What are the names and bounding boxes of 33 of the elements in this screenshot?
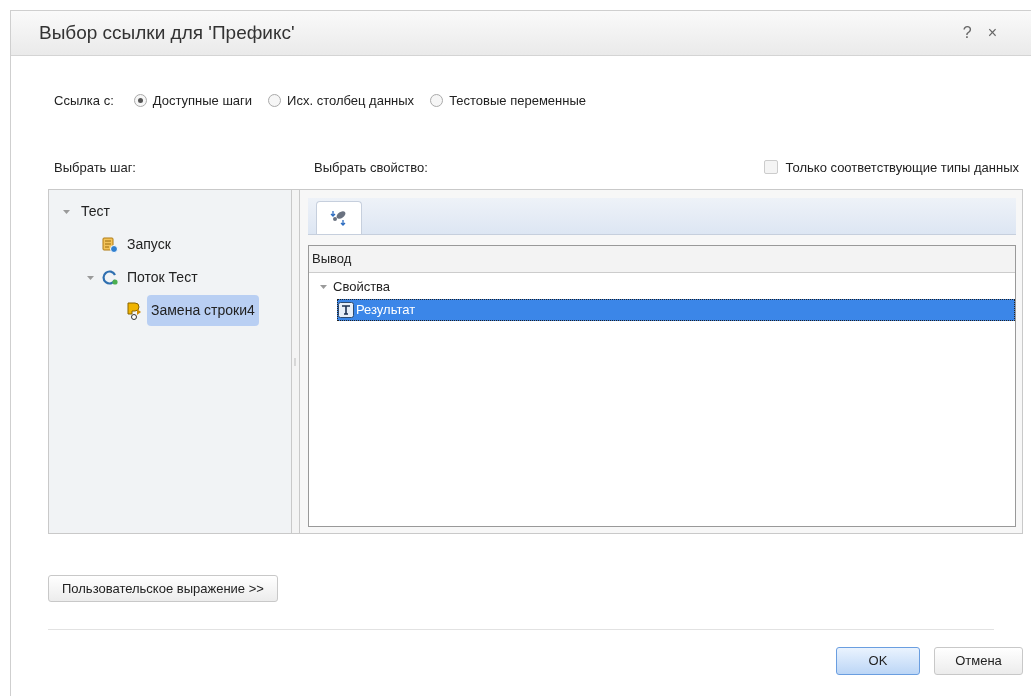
output-tab[interactable] [316, 201, 362, 234]
ok-button[interactable]: OK [836, 647, 920, 675]
radio-option[interactable]: Исх. столбец данных [268, 91, 415, 111]
checkbox[interactable] [763, 160, 778, 175]
collapse-icon[interactable] [318, 283, 328, 290]
radio-option[interactable]: Тестовые переменные [430, 91, 587, 111]
radio-button[interactable] [133, 94, 147, 108]
property-label: Выбрать свойство: [314, 158, 429, 177]
column-header: Вывод [309, 246, 1015, 273]
radio-button[interactable] [268, 94, 282, 108]
window-title: Выбор ссылки для 'Префикс' [39, 20, 295, 45]
footprints-icon [330, 209, 348, 227]
link-from-label: Ссылка с: [54, 92, 114, 110]
radio-button[interactable] [430, 94, 444, 108]
collapse-icon[interactable] [85, 274, 95, 281]
close-button[interactable]: × [987, 21, 997, 45]
collapse-icon[interactable] [61, 208, 71, 215]
flow-icon [101, 268, 119, 287]
cancel-button[interactable]: Отмена [934, 647, 1023, 675]
radio-option[interactable]: Доступные шаги [133, 91, 253, 111]
scroll-gear-icon [101, 235, 119, 254]
custom-expression-button[interactable]: Пользовательское выражение >> [48, 575, 278, 602]
property-item[interactable]: Результат [337, 298, 1015, 321]
step-label: Выбрать шаг: [54, 158, 137, 177]
help-button[interactable]: ? [962, 21, 972, 45]
property-item[interactable]: Свойства [333, 275, 399, 298]
text-type-icon [338, 301, 354, 318]
tree-item[interactable]: Запуск [123, 229, 175, 260]
tree-item[interactable]: Замена строки4 [147, 295, 259, 326]
replace-icon [125, 300, 143, 321]
tree-item[interactable]: Тест [77, 196, 114, 227]
checkbox-label: Только соответствующие типы данных [785, 158, 1019, 177]
tree-item[interactable]: Поток Тест [123, 262, 202, 293]
